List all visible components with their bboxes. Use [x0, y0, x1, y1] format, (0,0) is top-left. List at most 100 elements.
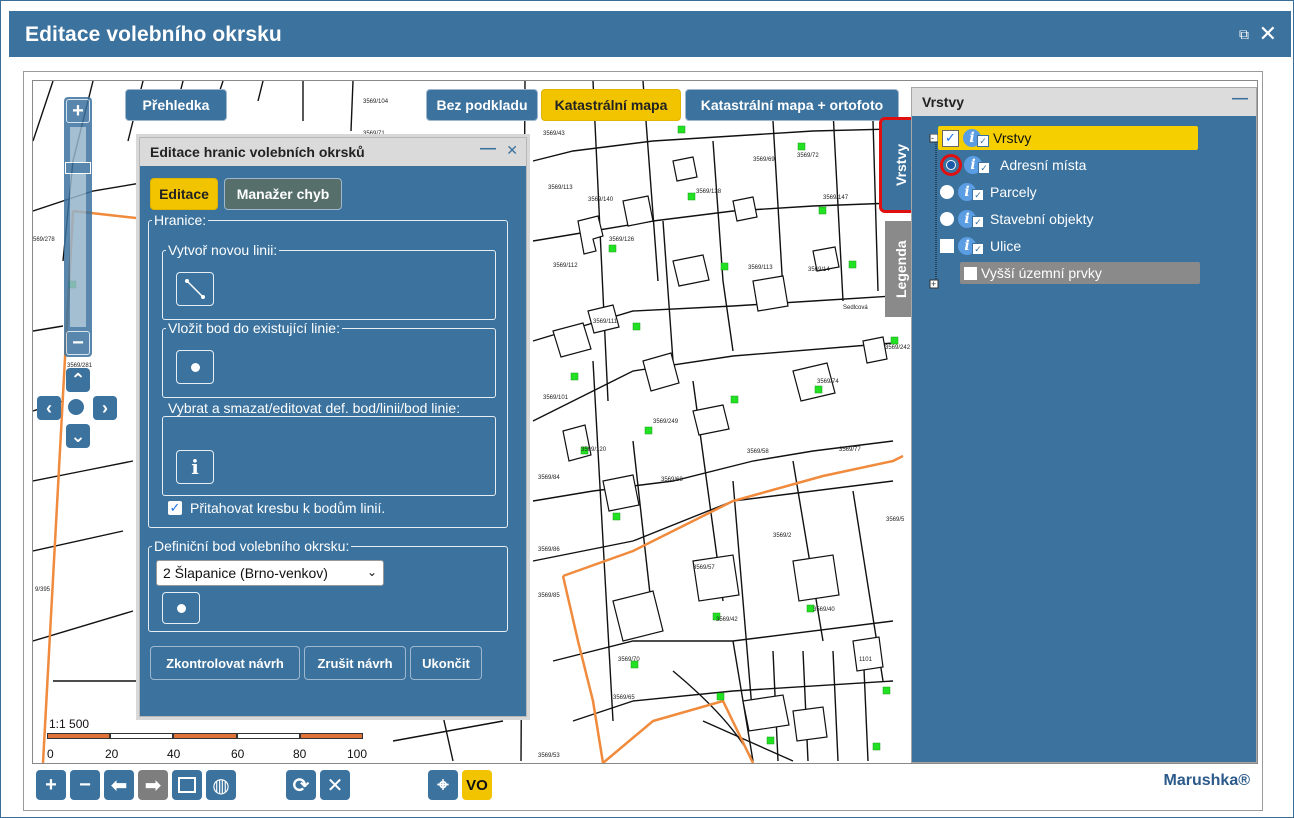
zoom-in-button[interactable]: + — [66, 99, 90, 123]
title-bar: Editace volebního okrsku ⧉ ✕ — [9, 11, 1291, 57]
minimize-icon[interactable]: — — [1232, 90, 1248, 108]
scale-bar: 1:1 500 0 20 40 60 80 100 m — [47, 717, 377, 763]
svg-text:3569/104: 3569/104 — [363, 99, 389, 105]
pan-center-icon[interactable] — [65, 396, 87, 418]
map-frame: 3569/104 3569/71 3569/43 3569/69 3569/72 35… — [23, 71, 1263, 811]
small-checkbox-icon[interactable]: ✓ — [978, 162, 990, 174]
svg-text:569/278: 569/278 — [33, 237, 55, 243]
minus-icon[interactable]: − — [70, 770, 100, 800]
edit-panel-title: Editace hranic volebních okrsků — [150, 144, 365, 160]
svg-text:3569/42: 3569/42 — [716, 617, 738, 623]
svg-text:3569/85: 3569/85 — [538, 593, 560, 599]
scale-tick: 40 — [167, 747, 181, 761]
select-info-button[interactable]: i — [176, 450, 214, 484]
svg-text:3569/113: 3569/113 — [548, 185, 573, 191]
zoom-out-button[interactable]: − — [66, 331, 90, 355]
plus-icon[interactable]: + — [36, 770, 66, 800]
select-delete-label: Vybrat a smazat/editovat def. bod/linii/… — [166, 400, 470, 416]
overview-map-button[interactable]: Přehledka — [125, 89, 227, 121]
pan-up-icon[interactable]: ⌃ — [66, 368, 90, 392]
svg-text:3569/101: 3569/101 — [543, 395, 569, 401]
svg-text:3569/112: 3569/112 — [553, 263, 578, 269]
basemap-none-button[interactable]: Bez podkladu — [426, 89, 538, 121]
scale-tick: 100 m — [347, 747, 368, 763]
close-icon[interactable]: ✕ — [506, 142, 518, 159]
layer-row-adresni-mista[interactable]: i ✓ Adresní místa — [938, 153, 1086, 177]
svg-text:-: - — [931, 134, 934, 143]
svg-text:3569/14: 3569/14 — [808, 267, 830, 273]
small-checkbox-icon[interactable]: ✓ — [972, 189, 984, 201]
svg-text:3569/40: 3569/40 — [813, 607, 835, 613]
svg-text:3569/2: 3569/2 — [773, 533, 792, 539]
edit-boundaries-panel: Editace hranic volebních okrsků — ✕ Edit… — [139, 137, 527, 717]
snap-label: Přitahovat kresbu k bodům linií. — [190, 500, 386, 516]
small-checkbox-icon[interactable]: ✓ — [972, 216, 984, 228]
svg-text:3569/5: 3569/5 — [886, 517, 905, 523]
close-icon[interactable]: ✕ — [1259, 21, 1277, 47]
checkbox-icon[interactable] — [964, 266, 977, 280]
layer-label: Ulice — [990, 238, 1022, 254]
district-select[interactable]: 2 Šlapanice (Brno-venkov) ⌄ — [156, 560, 384, 586]
radio-selected-icon[interactable] — [940, 154, 962, 176]
svg-text:3569/126: 3569/126 — [609, 237, 635, 243]
tab-manazer-chyb[interactable]: Manažer chyb — [224, 178, 342, 210]
layer-label: Parcely — [990, 184, 1037, 200]
layer-row-parcely[interactable]: i ✓ Parcely — [940, 180, 1037, 204]
layer-label: Adresní místa — [1000, 157, 1087, 173]
radio-icon[interactable] — [940, 212, 954, 226]
edit-panel-header: Editace hranic volebních okrsků — ✕ — [140, 138, 526, 166]
svg-text:3569/57: 3569/57 — [693, 565, 715, 571]
minimize-icon[interactable]: — — [480, 140, 496, 158]
external-link-icon[interactable]: ⧉ — [1239, 26, 1249, 43]
small-checkbox-icon[interactable]: ✓ — [972, 243, 984, 255]
layer-row-ulice[interactable]: i ✓ Ulice — [940, 234, 1021, 258]
zoom-track[interactable] — [70, 127, 86, 327]
layers-panel-title: Vrstvy — [922, 94, 965, 110]
layer-row-vrstvy[interactable]: ✓ i ✓ Vrstvy — [938, 126, 1198, 150]
check-proposal-button[interactable]: Zkontrolovat návrh — [150, 646, 300, 680]
svg-text:3569/84: 3569/84 — [538, 475, 560, 481]
cancel-proposal-button[interactable]: Zrušit návrh — [304, 646, 406, 680]
close-icon[interactable]: ✕ — [320, 770, 350, 800]
layer-checkbox[interactable]: ✓ — [942, 129, 959, 147]
pan-down-icon[interactable]: ⌄ — [66, 424, 90, 448]
small-checkbox-icon[interactable]: ✓ — [977, 135, 989, 147]
snap-checkbox[interactable]: ✓ — [168, 500, 182, 515]
insert-point-button[interactable] — [176, 350, 214, 384]
locate-icon[interactable]: ⌖ — [428, 770, 458, 800]
arrow-left-icon[interactable]: ⬅ — [104, 770, 134, 800]
basemap-cadastral-ortho-button[interactable]: Katastrální mapa + ortofoto — [685, 89, 899, 121]
svg-text:3569/53: 3569/53 — [538, 753, 560, 759]
scale-ratio: 1:1 500 — [49, 717, 90, 731]
draw-line-button[interactable] — [176, 272, 214, 306]
layer-row-vyssi-uzemni-prvky[interactable]: Vyšší územní prvky — [960, 262, 1200, 284]
snap-option[interactable]: ✓ Přitahovat kresbu k bodům linií. — [168, 500, 385, 516]
zoom-slider[interactable]: + − — [64, 97, 92, 357]
point-icon — [190, 362, 200, 372]
pan-right-icon[interactable]: › — [93, 396, 117, 420]
svg-text:+: + — [931, 279, 936, 289]
globe-icon[interactable]: ◍ — [206, 770, 236, 800]
svg-text:3569/249: 3569/249 — [653, 419, 679, 425]
svg-text:3569/68: 3569/68 — [661, 477, 683, 483]
zoom-extent-icon[interactable] — [172, 770, 202, 800]
tab-editace[interactable]: Editace — [150, 178, 218, 210]
radio-icon[interactable] — [940, 185, 954, 199]
svg-text:3569/113: 3569/113 — [748, 265, 773, 271]
checkbox-icon[interactable] — [940, 239, 954, 253]
svg-text:3569/147: 3569/147 — [823, 195, 849, 201]
svg-text:Sedlcová: Sedlcová — [843, 305, 868, 311]
arrow-right-icon[interactable]: ➡ — [138, 770, 168, 800]
layer-label: Vyšší územní prvky — [981, 265, 1102, 281]
definition-point-button[interactable] — [162, 592, 200, 624]
map-canvas[interactable]: 3569/104 3569/71 3569/43 3569/69 3569/72 35… — [32, 80, 1258, 764]
svg-text:3569/86: 3569/86 — [538, 547, 560, 553]
vo-button[interactable]: VO — [462, 770, 492, 800]
refresh-icon[interactable]: ⟳ — [286, 770, 316, 800]
layer-row-stavebni-objekty[interactable]: i ✓ Stavební objekty — [940, 207, 1094, 231]
pan-left-icon[interactable]: ‹ — [37, 396, 61, 420]
scale-tick: 20 — [105, 747, 119, 761]
finish-button[interactable]: Ukončit — [410, 646, 482, 680]
zoom-handle[interactable] — [65, 162, 91, 174]
basemap-cadastral-button[interactable]: Katastrální mapa — [541, 89, 681, 121]
